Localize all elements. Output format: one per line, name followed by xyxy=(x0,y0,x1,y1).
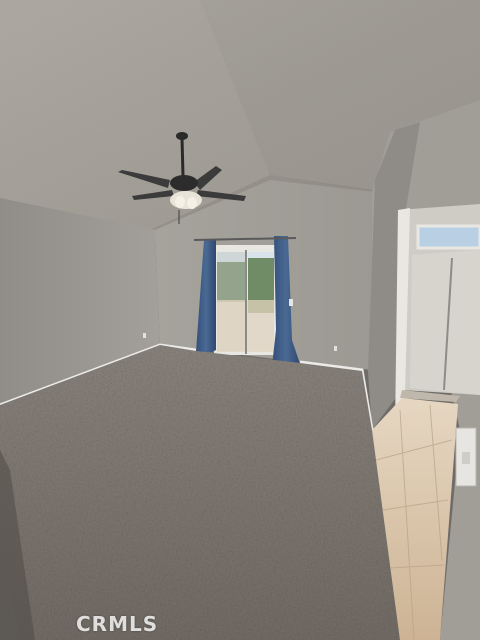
sliding-glass-door xyxy=(214,245,276,355)
wall-outlet xyxy=(143,333,146,338)
watermark-text: CRMLS xyxy=(76,612,159,636)
wall-outlet xyxy=(289,299,293,306)
room-photo: CRMLS xyxy=(0,0,480,640)
wall-outlet xyxy=(334,346,337,351)
carpet-floor xyxy=(0,345,400,640)
light-switch xyxy=(455,427,477,487)
